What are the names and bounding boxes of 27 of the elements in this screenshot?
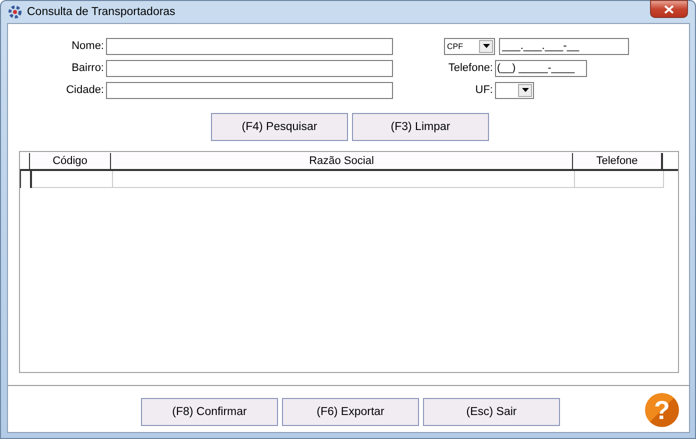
dropdown-icon bbox=[522, 88, 528, 92]
column-header[interactable]: Código bbox=[30, 153, 111, 169]
field-label: Nome: bbox=[70, 40, 104, 52]
action-button[interactable]: (Esc) Sair bbox=[423, 398, 560, 426]
dropdown-icon bbox=[482, 44, 490, 48]
close-button[interactable] bbox=[650, 0, 688, 18]
field-label: UF: bbox=[474, 84, 493, 96]
document-type-dropdown[interactable]: CPF bbox=[444, 38, 495, 54]
phone-field[interactable]: (__) _____-____ bbox=[495, 60, 587, 76]
document-field[interactable]: ___.___.___-__ bbox=[499, 38, 629, 54]
close-icon bbox=[664, 4, 674, 14]
action-button[interactable]: (F8) Confirmar bbox=[141, 398, 278, 426]
window-title: Consulta de Transportadoras bbox=[27, 6, 176, 18]
help-button[interactable]: ? bbox=[645, 393, 679, 427]
text-field[interactable] bbox=[106, 82, 393, 98]
column-header[interactable]: Razão Social bbox=[111, 153, 573, 169]
action-button[interactable]: (F4) Pesquisar bbox=[211, 113, 348, 141]
gear-icon bbox=[8, 5, 22, 19]
state-dropdown[interactable] bbox=[495, 82, 534, 98]
field-label: Bairro: bbox=[70, 62, 104, 74]
action-button[interactable]: (F3) Limpar bbox=[352, 113, 489, 141]
field-label: Telefone: bbox=[447, 62, 493, 74]
action-button[interactable]: (F6) Exportar bbox=[282, 398, 419, 426]
text-field[interactable] bbox=[106, 60, 393, 76]
text-field[interactable] bbox=[106, 38, 393, 54]
column-header[interactable]: Telefone bbox=[573, 153, 663, 169]
field-label: Cidade: bbox=[65, 84, 104, 96]
